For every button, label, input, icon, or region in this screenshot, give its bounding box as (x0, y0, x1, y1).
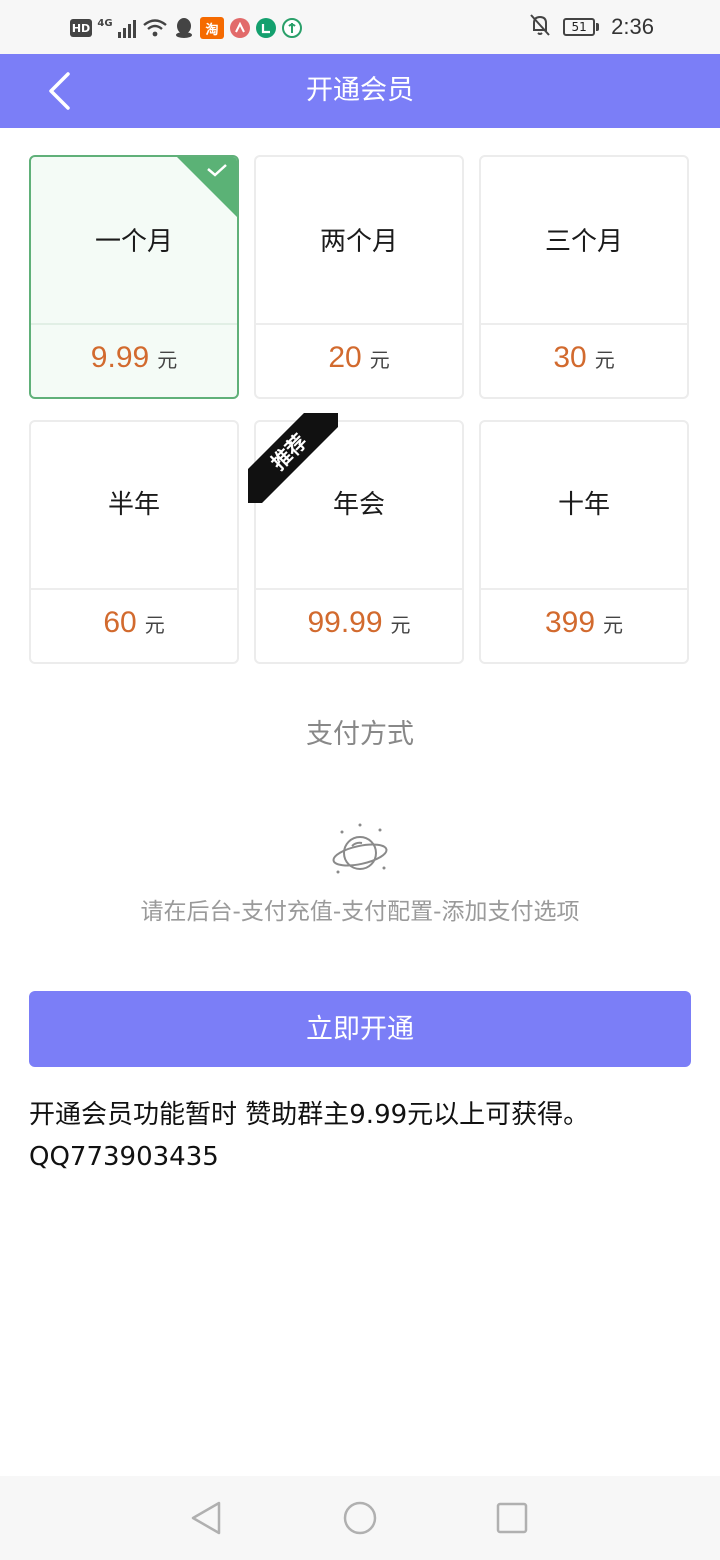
hd-icon: HD (70, 19, 92, 37)
system-nav-bar (0, 1476, 720, 1560)
signal-icon (118, 18, 136, 38)
recommend-ribbon: 推荐 (248, 413, 338, 503)
status-bar: HD 4G 淘 51 2:36 (0, 0, 720, 54)
nav-recents-button[interactable] (492, 1498, 532, 1538)
wifi-icon (142, 18, 168, 38)
price-unit: 元 (144, 613, 165, 637)
triangle-back-icon (191, 1501, 221, 1535)
recommend-badge: 推荐 (248, 413, 338, 503)
taobao-icon: 淘 (200, 17, 224, 39)
circle-home-icon (343, 1501, 377, 1535)
open-membership-button[interactable]: 立即开通 (29, 991, 691, 1067)
note-line-2: QQ773903435 (29, 1142, 219, 1172)
plan-name: 十年 (557, 490, 610, 520)
plan-name: 一个月 (94, 227, 173, 257)
plan-price: 399 (544, 606, 596, 639)
page-title: 开通会员 (306, 75, 414, 106)
price-unit: 元 (390, 613, 411, 637)
price-unit: 元 (603, 613, 624, 637)
plan-price: 20 (328, 341, 362, 374)
payment-hint: 请在后台-支付充值-支付配置-添加支付选项 (140, 899, 580, 925)
battery-icon: 51 (563, 18, 600, 36)
battery-level: 51 (563, 18, 596, 36)
plan-card-2-months[interactable]: 两个月 20 元 (254, 155, 464, 399)
plan-name: 三个月 (544, 227, 623, 257)
price-unit: 元 (157, 348, 178, 372)
plan-card-3-months[interactable]: 三个月 30 元 (479, 155, 689, 399)
qq-icon (174, 17, 194, 39)
plan-card-1-month[interactable]: 一个月 9.99 元 (29, 155, 239, 399)
note-line-1: 开通会员功能暂时 赞助群主9.99元以上可获得。 (29, 1100, 590, 1130)
plan-price: 60 (103, 606, 137, 639)
nav-back-button[interactable] (186, 1498, 226, 1538)
plan-price: 9.99 (90, 341, 150, 374)
app-icon-green-2 (282, 18, 302, 38)
payment-method-title: 支付方式 (306, 719, 414, 750)
app-icon-green (256, 18, 276, 38)
nav-home-button[interactable] (340, 1498, 380, 1538)
status-icons-left: HD 4G 淘 (70, 14, 302, 42)
plan-card-ten-years[interactable]: 十年 399 元 (479, 420, 689, 664)
check-icon (207, 164, 227, 177)
header: 开通会员 (0, 54, 720, 128)
price-unit: 元 (594, 348, 615, 372)
status-time: 2:36 (611, 14, 654, 39)
status-icons-right: 51 2:36 (529, 12, 654, 42)
plan-card-half-year[interactable]: 半年 60 元 (29, 420, 239, 664)
square-recents-icon (496, 1502, 528, 1534)
plan-price: 30 (553, 341, 587, 374)
mute-icon (529, 13, 551, 41)
app-icon-red (230, 18, 250, 38)
membership-note: 开通会员功能暂时 赞助群主9.99元以上可获得。 QQ773903435 (29, 1094, 699, 1178)
plan-name: 两个月 (319, 227, 398, 257)
price-unit: 元 (369, 348, 390, 372)
plan-name: 半年 (107, 490, 160, 520)
network-type-label: 4G (97, 18, 113, 29)
plan-price: 99.99 (307, 606, 383, 639)
planet-icon (332, 823, 388, 874)
